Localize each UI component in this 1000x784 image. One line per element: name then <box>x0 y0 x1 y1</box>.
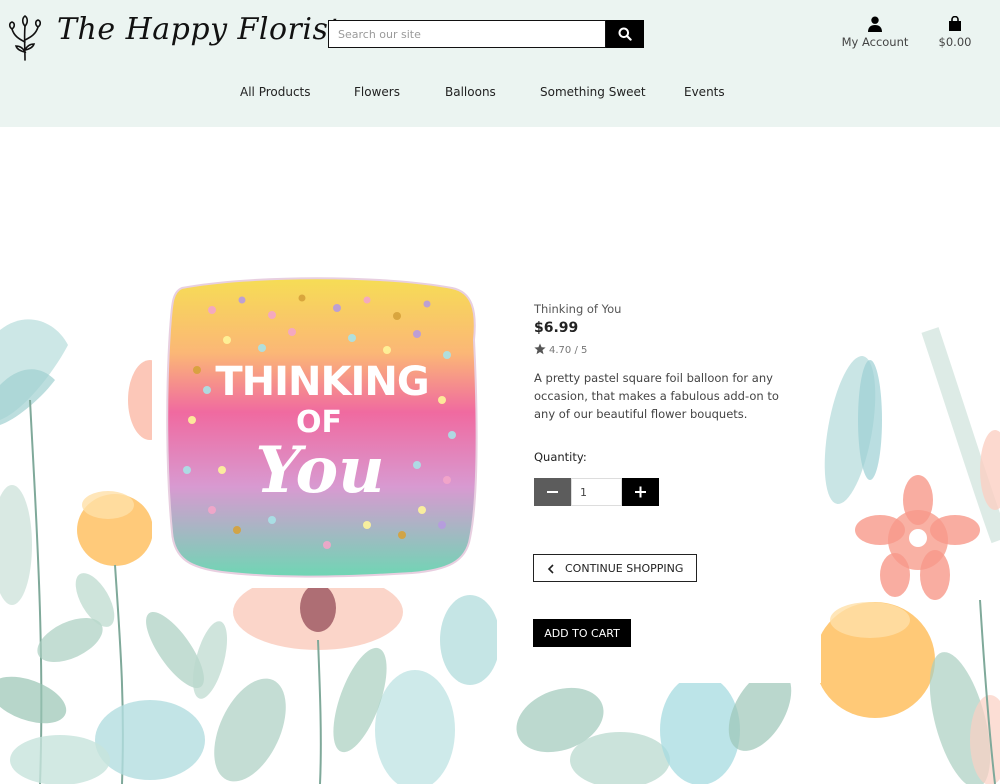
continue-shopping-button[interactable]: Continue Shopping <box>533 554 697 582</box>
quantity-label: Quantity: <box>534 450 587 464</box>
product-rating: 4.70 / 5 <box>534 343 587 356</box>
balloon-text-thinking: THINKING <box>215 359 428 405</box>
search-button[interactable] <box>606 20 644 48</box>
product-description: A pretty pastel square foil balloon for … <box>534 371 779 421</box>
decrement-quantity-button[interactable] <box>534 478 571 506</box>
rating-value: 4.70 / 5 <box>549 345 588 356</box>
nav-flowers[interactable]: Flowers <box>354 85 400 99</box>
nav-something-sweet[interactable]: Something Sweet <box>540 85 646 99</box>
product-image-frame: THINKING OF You <box>152 270 497 588</box>
continue-shopping-label: Continue Shopping <box>565 561 684 575</box>
my-account-link[interactable]: My Account <box>838 16 912 56</box>
nav-balloons[interactable]: Balloons <box>445 85 496 99</box>
brand-name[interactable]: The Happy Florist <box>57 12 341 47</box>
product-image[interactable]: THINKING OF You <box>152 270 497 588</box>
cart-link[interactable]: $0.00 <box>930 16 980 56</box>
search-input[interactable] <box>328 20 606 48</box>
nav-all-products[interactable]: All Products <box>240 85 311 99</box>
product-name: Thinking of You <box>534 302 622 316</box>
increment-quantity-button[interactable] <box>622 478 659 506</box>
search-icon <box>618 27 632 41</box>
my-account-label: My Account <box>841 35 909 49</box>
chevron-left-icon <box>547 564 554 574</box>
search-form <box>328 20 644 48</box>
main-nav: All Products Flowers Balloons Something … <box>0 85 1000 105</box>
floral-sprig-icon[interactable] <box>6 14 44 62</box>
nav-events[interactable]: Events <box>684 85 725 99</box>
product-price: $6.99 <box>534 320 579 336</box>
star-icon <box>534 343 546 355</box>
user-icon <box>868 16 882 32</box>
plus-icon <box>635 486 646 498</box>
site-header: The Happy Florist My Account $0.00 All P… <box>0 0 1000 127</box>
quantity-input[interactable] <box>571 478 622 506</box>
balloon-text-you: You <box>255 433 384 508</box>
cart-total: $0.00 <box>938 35 972 49</box>
minus-icon <box>547 491 558 493</box>
add-to-cart-button[interactable]: Add to Cart <box>533 619 631 647</box>
shopping-bag-icon <box>949 16 961 31</box>
